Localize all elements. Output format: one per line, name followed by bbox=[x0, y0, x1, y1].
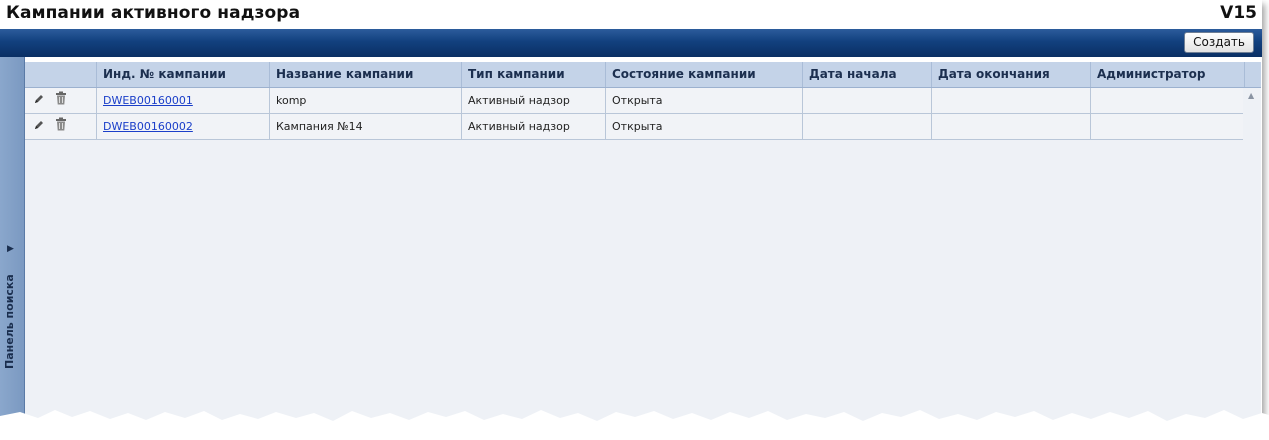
trash-icon[interactable] bbox=[55, 115, 67, 140]
create-button[interactable]: Создать bbox=[1184, 32, 1254, 53]
toolbar: Создать bbox=[0, 29, 1262, 57]
header-id[interactable]: Инд. № кампании bbox=[96, 62, 269, 87]
header-name[interactable]: Название кампании bbox=[269, 62, 461, 87]
header-type[interactable]: Тип кампании bbox=[461, 62, 605, 87]
header-start-date[interactable]: Дата начала bbox=[802, 62, 931, 87]
row-name-cell: komp bbox=[269, 88, 461, 113]
campaign-id-link[interactable]: DWEB00160001 bbox=[103, 94, 193, 107]
row-actions bbox=[25, 114, 97, 139]
row-state-cell: Открыта bbox=[605, 114, 802, 139]
table-header: Инд. № кампании Название кампании Тип ка… bbox=[25, 62, 1261, 88]
version-label: V15 bbox=[1220, 3, 1257, 23]
table-row[interactable]: DWEB00160002 Кампания №14 Активный надзо… bbox=[25, 114, 1243, 140]
row-start-cell bbox=[802, 114, 931, 139]
scroll-up-arrow-icon[interactable]: ▲ bbox=[1248, 91, 1254, 100]
title-bar: Кампании активного надзора V15 bbox=[0, 0, 1262, 29]
row-actions bbox=[25, 88, 97, 113]
row-name-cell: Кампания №14 bbox=[269, 114, 461, 139]
header-admin[interactable]: Администратор bbox=[1090, 62, 1244, 87]
row-type-cell: Активный надзор bbox=[461, 114, 605, 139]
row-id-cell: DWEB00160001 bbox=[96, 88, 269, 113]
page-title: Кампании активного надзора bbox=[6, 3, 301, 23]
header-end-date[interactable]: Дата окончания bbox=[931, 62, 1090, 87]
table-row[interactable]: DWEB00160001 komp Активный надзор Открыт… bbox=[25, 88, 1243, 114]
header-filler bbox=[1244, 62, 1261, 87]
row-admin-cell bbox=[1090, 114, 1243, 139]
header-state[interactable]: Состояние кампании bbox=[605, 62, 802, 87]
campaign-table: Инд. № кампании Название кампании Тип ка… bbox=[25, 62, 1261, 432]
pencil-icon[interactable] bbox=[33, 115, 45, 140]
torn-edge bbox=[0, 410, 1269, 440]
header-actions bbox=[25, 62, 97, 87]
row-state-cell: Открыта bbox=[605, 88, 802, 113]
row-id-cell: DWEB00160002 bbox=[96, 114, 269, 139]
app-window: Кампании активного надзора V15 Создать ▶… bbox=[0, 0, 1262, 432]
expand-arrow-icon[interactable]: ▶ bbox=[7, 244, 14, 254]
trash-icon[interactable] bbox=[55, 89, 67, 114]
pencil-icon[interactable] bbox=[33, 89, 45, 114]
row-admin-cell bbox=[1090, 88, 1243, 113]
row-end-cell bbox=[931, 114, 1090, 139]
campaign-id-link[interactable]: DWEB00160002 bbox=[103, 120, 193, 133]
search-panel-toggle[interactable]: ▶ Панель поиска bbox=[0, 57, 25, 432]
row-type-cell: Активный надзор bbox=[461, 88, 605, 113]
row-start-cell bbox=[802, 88, 931, 113]
row-end-cell bbox=[931, 88, 1090, 113]
vertical-scrollbar[interactable]: ▲ bbox=[1244, 88, 1261, 432]
search-panel-label: Панель поиска bbox=[3, 274, 16, 369]
